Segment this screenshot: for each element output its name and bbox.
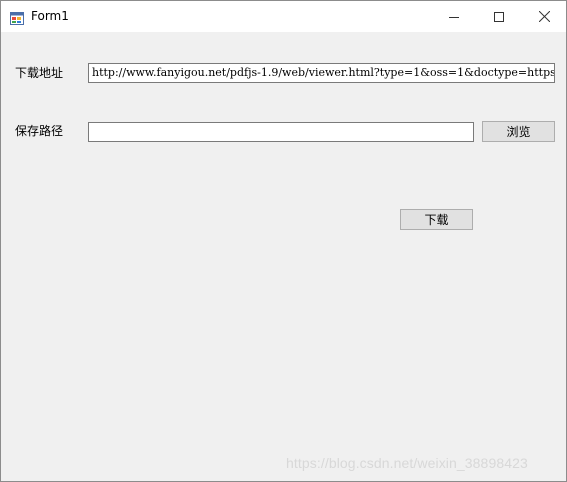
maximize-icon: [494, 11, 504, 22]
save-path-label: 保存路径: [15, 124, 64, 138]
title-bar[interactable]: Form1: [1, 1, 566, 32]
save-path-input[interactable]: [88, 122, 474, 142]
minimize-button[interactable]: [431, 1, 477, 32]
form-app-icon: [10, 10, 24, 25]
browse-button[interactable]: 浏览: [482, 121, 555, 142]
form-window: Form1 下载地址 http://www.fanyigou.net/pdfjs…: [0, 0, 567, 482]
minimize-icon: [449, 12, 459, 22]
maximize-button[interactable]: [476, 1, 522, 32]
download-button[interactable]: 下载: [400, 209, 473, 230]
close-button[interactable]: [521, 1, 567, 32]
watermark-text: https://blog.csdn.net/weixin_38898423: [286, 455, 528, 471]
download-url-input[interactable]: http://www.fanyigou.net/pdfjs-1.9/web/vi…: [88, 63, 555, 83]
close-icon: [538, 11, 550, 22]
download-url-label: 下载地址: [15, 66, 64, 80]
window-title: Form1: [31, 9, 69, 23]
